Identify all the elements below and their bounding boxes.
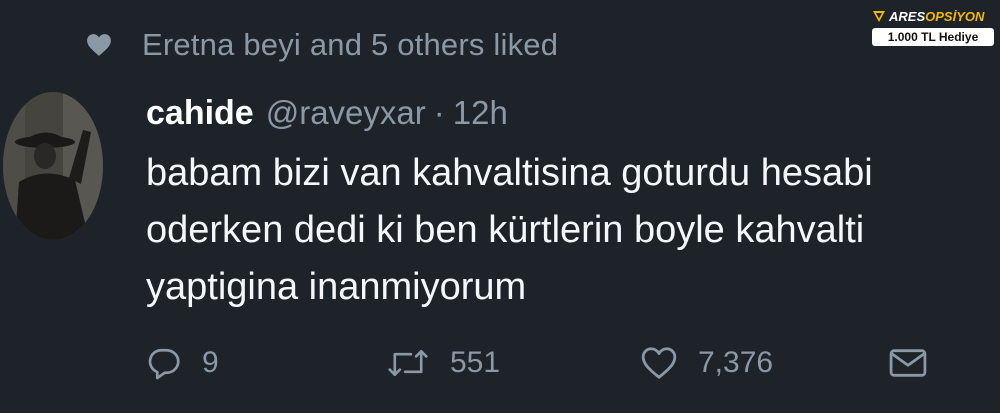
- tweet-text-line: babam bizi van kahvaltisina goturdu hesa…: [146, 152, 873, 194]
- tweet-text-line: oderken dedi ki ben kürtlerin boyle kahv…: [146, 209, 865, 251]
- timestamp[interactable]: 12h: [453, 94, 508, 132]
- reply-icon: [148, 348, 180, 380]
- avatar[interactable]: [3, 92, 103, 240]
- tweet-text: babam bizi van kahvaltisina goturdu hesa…: [146, 145, 976, 316]
- watermark-offer: 1.000 TL Hediye: [872, 28, 994, 46]
- like-button[interactable]: 7,376: [640, 340, 773, 386]
- tweet-actions: 9 551 7,376: [146, 340, 946, 386]
- heart-icon: [87, 34, 111, 56]
- avatar-photo: [3, 92, 103, 240]
- tweet-text-line: yaptigina inanmiyorum: [146, 266, 527, 308]
- liked-by-text[interactable]: Eretna beyi and 5 others liked: [142, 27, 558, 63]
- envelope-icon: [889, 349, 927, 377]
- heart-outline-icon: [641, 347, 677, 379]
- watermark-brand: ARES OPSİYON: [872, 7, 994, 25]
- watermark-brand-prefix: ARES: [889, 8, 926, 24]
- retweet-icon: [388, 349, 428, 377]
- like-count: 7,376: [698, 346, 774, 379]
- user-handle[interactable]: @raveyxar: [266, 94, 426, 132]
- header-separator: ·: [433, 94, 445, 131]
- reply-count: 9: [202, 346, 219, 379]
- tweet-header: cahide @raveyxar · 12h: [146, 88, 508, 138]
- social-context: Eretna beyi and 5 others liked: [86, 22, 558, 68]
- retweet-count: 551: [450, 346, 501, 379]
- retweet-button[interactable]: 551: [386, 340, 500, 386]
- brand-logo-icon: [873, 11, 885, 22]
- watermark-brand-suffix: OPSİYON: [925, 8, 985, 24]
- watermark-badge: ARES OPSİYON 1.000 TL Hediye: [872, 7, 994, 47]
- display-name[interactable]: cahide: [146, 94, 254, 133]
- reply-button[interactable]: 9: [146, 340, 219, 386]
- direct-message-button[interactable]: [888, 340, 928, 386]
